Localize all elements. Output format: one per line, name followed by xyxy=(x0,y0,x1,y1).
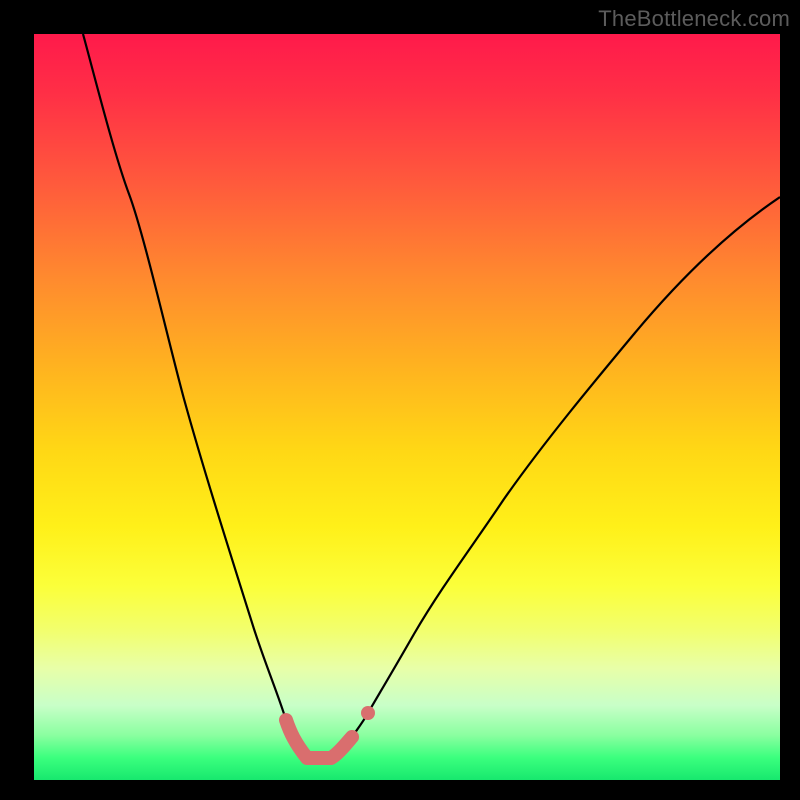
plot-area xyxy=(34,34,780,780)
bottleneck-curve xyxy=(83,34,780,758)
chart-frame: TheBottleneck.com xyxy=(0,0,800,800)
bottom-highlight-dot xyxy=(361,706,375,720)
watermark-text: TheBottleneck.com xyxy=(598,6,790,32)
bottom-highlight xyxy=(286,720,352,758)
curve-layer xyxy=(34,34,780,780)
